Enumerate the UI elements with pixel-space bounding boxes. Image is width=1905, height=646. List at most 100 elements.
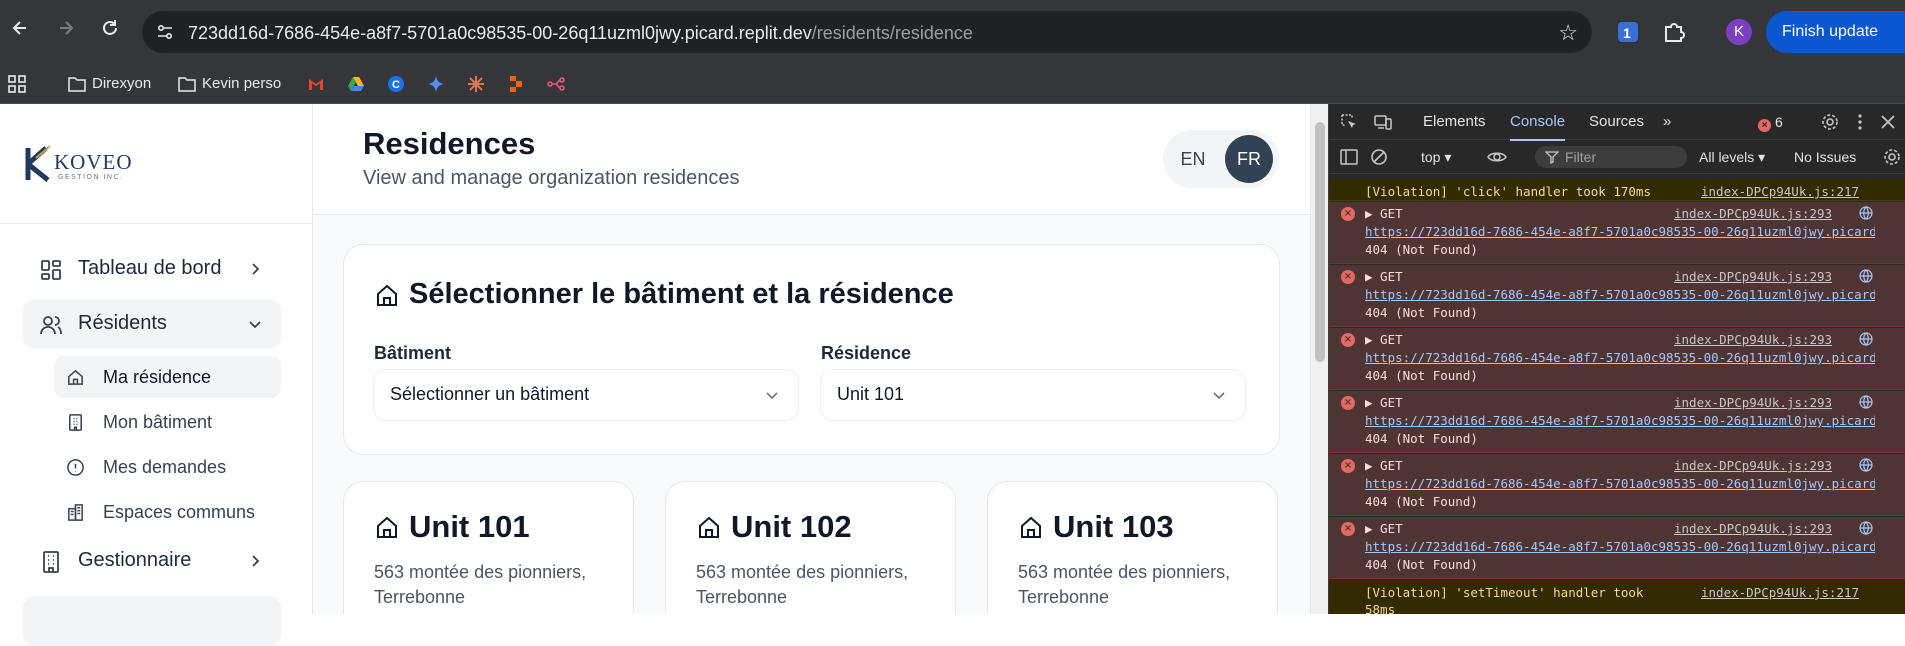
- reload-icon[interactable]: [96, 18, 124, 46]
- expand-toggle[interactable]: ▶ GET: [1365, 206, 1403, 221]
- source-link[interactable]: index-DPCp94Uk.js:217: [1701, 585, 1859, 600]
- residence-select[interactable]: Unit 101: [821, 370, 1245, 420]
- expand-toggle[interactable]: ▶ GET: [1365, 521, 1403, 536]
- request-url-link[interactable]: https://723dd16d-7686-454e-a8f7-5701a0c9…: [1365, 413, 1875, 428]
- network-globe-icon[interactable]: [1859, 332, 1873, 346]
- expand-toggle[interactable]: ▶ GET: [1365, 269, 1403, 284]
- sidebar-subitem-common-spaces[interactable]: Espaces communs: [54, 491, 281, 533]
- unit-address: 563 montée des pionniers, Terrebonne: [696, 562, 909, 607]
- network-globe-icon[interactable]: [1859, 269, 1873, 283]
- sidebar-item-residents[interactable]: Résidents: [23, 299, 281, 349]
- request-url-link[interactable]: https://723dd16d-7686-454e-a8f7-5701a0c9…: [1365, 224, 1875, 239]
- source-link[interactable]: index-DPCp94Uk.js:217: [1701, 184, 1859, 199]
- dashboard-icon: [41, 260, 61, 280]
- page-scrollbar[interactable]: [1310, 104, 1328, 614]
- extension-icon[interactable]: 1: [1614, 18, 1642, 46]
- expand-toggle[interactable]: ▶ GET: [1365, 332, 1403, 347]
- sidebar-toggle-icon[interactable]: [1339, 147, 1359, 167]
- folder-icon: [68, 77, 86, 92]
- source-link[interactable]: index-DPCp94Uk.js:293: [1674, 521, 1832, 536]
- replit-icon[interactable]: [507, 75, 525, 93]
- back-icon[interactable]: [6, 18, 34, 46]
- folder-icon: [178, 77, 196, 92]
- building-select[interactable]: Sélectionner un bâtiment: [374, 370, 798, 420]
- sidebar-item-dashboard[interactable]: Tableau de bord: [23, 244, 281, 294]
- source-link[interactable]: index-DPCp94Uk.js:293: [1674, 458, 1832, 473]
- gmail-icon[interactable]: [307, 75, 325, 93]
- profile-avatar[interactable]: K: [1726, 19, 1752, 45]
- network-globe-icon[interactable]: [1859, 395, 1873, 409]
- lang-fr-button[interactable]: FR: [1225, 135, 1273, 183]
- sidebar-item-manager[interactable]: Gestionnaire: [23, 536, 281, 586]
- svg-text:1: 1: [1623, 25, 1631, 41]
- tab-console[interactable]: Console: [1510, 113, 1566, 141]
- expand-toggle[interactable]: ▶ GET: [1365, 458, 1403, 473]
- bookmark-kevin-perso[interactable]: Kevin perso: [178, 70, 281, 98]
- unit-card[interactable]: Unit 102 563 montée des pionniers, Terreb…: [665, 481, 956, 614]
- request-url-link[interactable]: https://723dd16d-7686-454e-a8f7-5701a0c9…: [1365, 539, 1875, 554]
- devtools-tab-bar: Elements Console Sources » × 6: [1329, 104, 1905, 141]
- filter-icon: [1545, 151, 1559, 164]
- tab-sources[interactable]: Sources: [1589, 113, 1644, 130]
- unit-name: Unit 102: [731, 509, 852, 544]
- c-app-icon[interactable]: C: [387, 75, 405, 93]
- context-selector[interactable]: top ▾: [1421, 149, 1451, 166]
- devtools-panel: Elements Console Sources » × 6 top ▾ Filt…: [1328, 104, 1905, 614]
- request-url-link[interactable]: https://723dd16d-7686-454e-a8f7-5701a0c9…: [1365, 287, 1875, 302]
- error-icon: ×: [1758, 119, 1771, 132]
- expand-toggle[interactable]: ▶ GET: [1365, 395, 1403, 410]
- error-icon: ×: [1341, 522, 1355, 536]
- device-toolbar-icon[interactable]: [1373, 112, 1393, 132]
- browser-toolbar: 723dd16d-7686-454e-a8f7-5701a0c98535-00-…: [0, 0, 1905, 64]
- source-link[interactable]: index-DPCp94Uk.js:293: [1674, 269, 1832, 284]
- url-text: 723dd16d-7686-454e-a8f7-5701a0c98535-00-…: [188, 23, 973, 43]
- lang-en-button[interactable]: EN: [1169, 135, 1217, 183]
- network-globe-icon[interactable]: [1859, 458, 1873, 472]
- tab-elements[interactable]: Elements: [1423, 113, 1486, 130]
- error-icon: ×: [1341, 270, 1355, 284]
- gemini-icon[interactable]: [427, 75, 445, 93]
- log-levels-dropdown[interactable]: All levels ▾: [1699, 149, 1765, 166]
- settings-gear-icon[interactable]: [1820, 112, 1840, 132]
- network-globe-icon[interactable]: [1859, 521, 1873, 535]
- source-link[interactable]: index-DPCp94Uk.js:293: [1674, 395, 1832, 410]
- page-title: Residences: [363, 126, 536, 161]
- google-drive-icon[interactable]: [347, 75, 365, 93]
- eye-icon[interactable]: [1487, 147, 1507, 167]
- sidebar-subitem-my-building[interactable]: Mon bâtiment: [54, 401, 281, 443]
- sidebar-subitem-my-residence[interactable]: Ma résidence: [54, 356, 281, 398]
- bookmark-direxyon[interactable]: Direxyon: [68, 70, 151, 98]
- page-scrollbar-thumb[interactable]: [1315, 122, 1325, 362]
- sidebar-item-partially-visible[interactable]: [23, 596, 281, 646]
- finish-update-button[interactable]: Finish update: [1766, 11, 1905, 53]
- home-icon: [68, 369, 83, 385]
- error-icon: ×: [1341, 459, 1355, 473]
- more-tabs-icon[interactable]: »: [1663, 113, 1671, 130]
- request-url-link[interactable]: https://723dd16d-7686-454e-a8f7-5701a0c9…: [1365, 476, 1875, 491]
- console-toolbar: top ▾ Filter All levels ▾ No Issues: [1329, 140, 1905, 174]
- forward-icon[interactable]: [52, 18, 80, 46]
- error-count-badge[interactable]: × 6: [1758, 114, 1783, 132]
- address-bar[interactable]: 723dd16d-7686-454e-a8f7-5701a0c98535-00-…: [142, 11, 1592, 53]
- request-url-link[interactable]: https://723dd16d-7686-454e-a8f7-5701a0c9…: [1365, 350, 1875, 365]
- source-link[interactable]: index-DPCp94Uk.js:293: [1674, 332, 1832, 347]
- network-globe-icon[interactable]: [1859, 206, 1873, 220]
- unit-card[interactable]: Unit 101 563 montée des pionniers, Terreb…: [343, 481, 634, 614]
- extensions-puzzle-icon[interactable]: [1660, 18, 1688, 46]
- more-options-icon[interactable]: [1850, 112, 1870, 132]
- apps-grid-icon[interactable]: [8, 75, 26, 93]
- inspect-element-icon[interactable]: [1339, 112, 1359, 132]
- unit-card[interactable]: Unit 103 563 montée des pionniers, Terreb…: [987, 481, 1278, 614]
- bookmark-star-icon[interactable]: ☆: [1558, 20, 1578, 46]
- issues-indicator[interactable]: No Issues: [1794, 149, 1856, 165]
- sidebar-subitem-my-requests[interactable]: Mes demandes: [54, 446, 281, 488]
- console-settings-icon[interactable]: [1882, 147, 1902, 167]
- close-icon[interactable]: [1878, 112, 1898, 132]
- site-info-icon[interactable]: [156, 23, 174, 41]
- claude-icon[interactable]: [467, 75, 485, 93]
- workflow-icon[interactable]: [547, 75, 565, 93]
- console-filter-input[interactable]: Filter: [1535, 146, 1687, 168]
- clear-console-icon[interactable]: [1369, 147, 1389, 167]
- source-link[interactable]: index-DPCp94Uk.js:293: [1674, 206, 1832, 221]
- console-error-message: × ▶ GET index-DPCp94Uk.js:293 https://72…: [1329, 454, 1905, 516]
